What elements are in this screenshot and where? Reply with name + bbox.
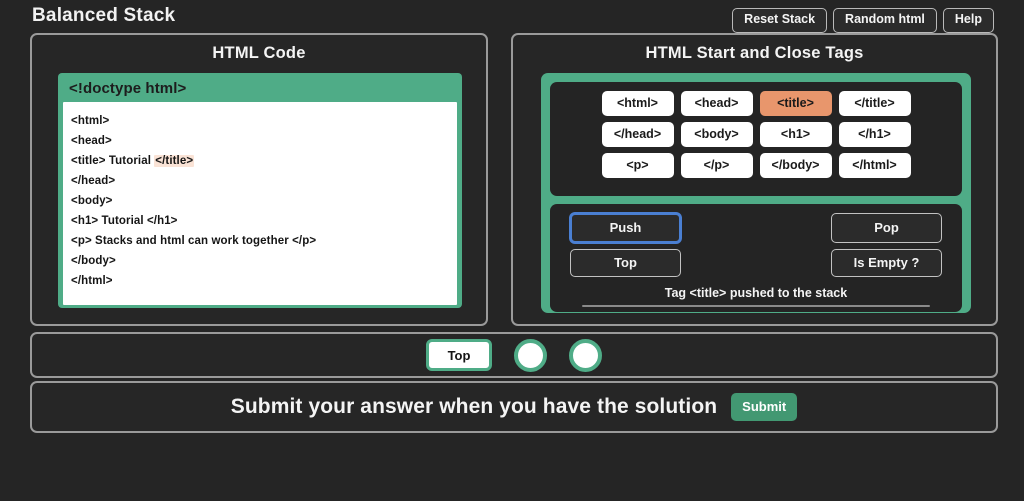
html-tags-panel: HTML Start and Close Tags <html> <head> <t…	[511, 33, 998, 326]
stack-slots-container: Top	[32, 334, 996, 376]
tag-button[interactable]: <title>	[759, 91, 832, 116]
code-line: </html>	[71, 271, 457, 291]
top-bar: Balanced Stack Reset Stack Random html H…	[0, 0, 1024, 34]
tag-button[interactable]: </html>	[838, 153, 911, 178]
stack-operations-row-2: Top Is Empty ?	[570, 249, 942, 277]
status-message: Tag <title> pushed to the stack	[664, 286, 848, 300]
page-title: Balanced Stack	[32, 5, 176, 26]
code-line-text: <head>	[71, 135, 112, 147]
tag-button[interactable]: <head>	[680, 91, 753, 116]
code-lines-container: <html> <head> <title> Tutorial </title> </h…	[63, 102, 457, 305]
toolbar-buttons: Reset Stack Random html Help	[732, 8, 994, 33]
tags-green-container: <html> <head> <title> </title> </head> <body>…	[541, 73, 971, 313]
code-line: <body>	[71, 191, 457, 211]
code-line-highlight: </title>	[154, 155, 195, 167]
code-line: </body>	[71, 251, 457, 271]
reset-stack-button[interactable]: Reset Stack	[732, 8, 828, 33]
stack-slot-2[interactable]	[569, 338, 602, 372]
code-line-text: <p> Stacks and html can work together </…	[71, 235, 317, 247]
stack-slot-1[interactable]	[514, 338, 547, 372]
html-tags-panel-title: HTML Start and Close Tags	[645, 44, 864, 62]
tag-button[interactable]: </p>	[680, 153, 753, 178]
code-line-text: </html>	[71, 275, 113, 287]
tag-button[interactable]: <p>	[601, 153, 674, 178]
doctype-header: <!doctype html>	[69, 80, 187, 97]
status-divider	[582, 305, 930, 307]
submit-inner: Submit your answer when you have the sol…	[32, 383, 996, 431]
code-line-text: </body>	[71, 255, 116, 267]
code-line: <html>	[71, 111, 457, 131]
html-code-panel-title: HTML Code	[212, 44, 306, 62]
tag-button[interactable]: <body>	[680, 122, 753, 147]
code-line-text: <title> Tutorial	[71, 155, 155, 167]
tag-button[interactable]: <html>	[601, 91, 674, 116]
tag-button[interactable]: </body>	[759, 153, 832, 178]
tag-button[interactable]: <h1>	[759, 122, 832, 147]
submit-button[interactable]: Submit	[731, 393, 798, 421]
push-button[interactable]: Push	[570, 213, 681, 243]
code-line-text: <h1> Tutorial </h1>	[71, 215, 178, 227]
stack-display-panel: Top	[30, 332, 998, 378]
code-line: </head>	[71, 171, 457, 191]
submit-prompt: Submit your answer when you have the sol…	[230, 395, 718, 418]
top-button[interactable]: Top	[570, 249, 681, 277]
help-button[interactable]: Help	[942, 8, 994, 33]
tag-button[interactable]: </head>	[601, 122, 674, 147]
html-code-panel: HTML Code <!doctype html> <html> <head> <t…	[30, 33, 488, 326]
pop-button[interactable]: Pop	[831, 213, 942, 243]
code-line: <h1> Tutorial </h1>	[71, 211, 457, 231]
code-line-text: </head>	[71, 175, 116, 187]
stack-operations-row-1: Push Pop	[570, 213, 942, 243]
stack-operations-box: Push Pop Top Is Empty ? Tag <title> push…	[550, 204, 962, 312]
tag-button[interactable]: </title>	[838, 91, 911, 116]
stack-top-cell[interactable]: Top	[426, 339, 492, 371]
app-root: Balanced Stack Reset Stack Random html H…	[0, 0, 1024, 501]
code-line: <p> Stacks and html can work together </…	[71, 231, 457, 251]
tag-row: </head> <body> <h1> </h1>	[550, 122, 962, 147]
tag-row: <html> <head> <title> </title>	[550, 91, 962, 116]
is-empty-button[interactable]: Is Empty ?	[831, 249, 942, 277]
code-viewer: <!doctype html> <html> <head> <title> Tuto…	[58, 73, 462, 308]
submit-panel: Submit your answer when you have the sol…	[30, 381, 998, 433]
tag-row: <p> </p> </body> </html>	[550, 153, 962, 178]
code-line-text: <html>	[71, 115, 110, 127]
code-line: <title> Tutorial </title>	[71, 151, 457, 171]
code-line-text: <body>	[71, 195, 113, 207]
random-html-button[interactable]: Random html	[833, 8, 937, 33]
tag-button-grid: <html> <head> <title> </title> </head> <body>…	[550, 82, 962, 196]
tag-button[interactable]: </h1>	[838, 122, 911, 147]
code-line: <head>	[71, 131, 457, 151]
